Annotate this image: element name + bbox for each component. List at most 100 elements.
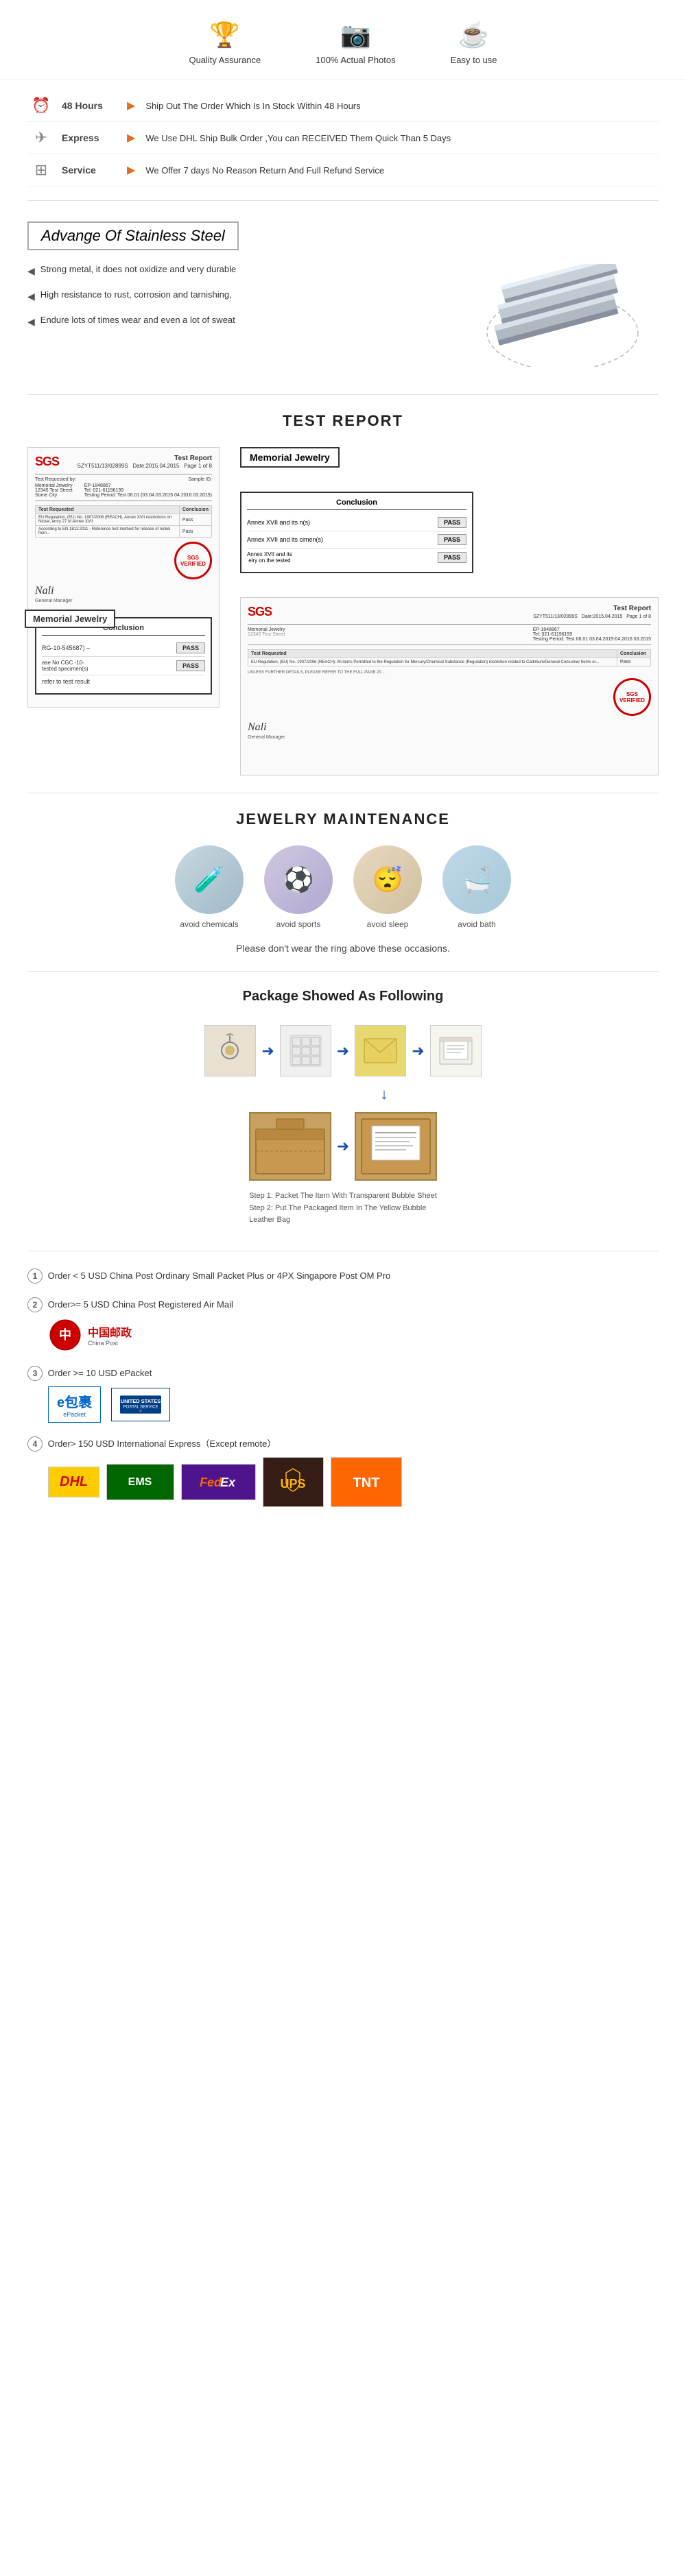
shipping-desc-1: Order < 5 USD China Post Ordinary Small …	[48, 1271, 391, 1281]
maintenance-section: JEWELRY MAINTENANCE 🧪 avoid chemicals ⚽ …	[0, 797, 686, 967]
feature-express-label: Express	[62, 132, 117, 143]
grid-icon: ⊞	[27, 161, 55, 179]
feature-service: ⊞ Service ▶ We Offer 7 days No Reason Re…	[27, 154, 659, 186]
package-layout: ➜	[27, 1018, 659, 1233]
sgs-table-2: Test RequestedConclusion EU Regulation, …	[248, 649, 651, 666]
package-title: Package Showed As Following	[27, 989, 659, 1004]
pass-top-1: PASS	[438, 517, 466, 528]
labeled-brown-box-svg	[358, 1116, 434, 1177]
pkg-envelope-box	[355, 1025, 406, 1076]
test-docs-row: SGS Test ReportSZYT511/13/02899S Date:20…	[27, 447, 659, 775]
svg-text:Ex: Ex	[220, 1476, 236, 1489]
pkg-arrow-1: ➜	[261, 1042, 274, 1060]
ems-logo: EMS	[106, 1464, 174, 1500]
shipping-num-2: 2	[27, 1297, 43, 1312]
sgs-doc2-meta: Memorial Jewelry 12345 Test Street EP-18…	[248, 627, 651, 642]
svg-text:中: 中	[59, 1327, 71, 1342]
shipping-desc-4: Order> 150 USD International Express（Exc…	[48, 1439, 276, 1449]
sgs-doc2-footer-text: UNLESS FURTHER DETAILS, PLEASE REFER TO …	[248, 671, 651, 675]
avoid-sleep-circle: 😴	[353, 845, 422, 914]
usps-logo-box: UNITED STATES POSTAL SERVICE ®	[111, 1388, 170, 1421]
adv-arrow-icon-3: ◀	[27, 316, 35, 328]
sgs-doc1-title: Test ReportSZYT511/13/02899S Date:2015.0…	[78, 455, 212, 470]
top-icons-section: 🏆 Quality Assurance 📷 100% Actual Photos…	[0, 0, 686, 80]
steel-bars-svg	[439, 264, 645, 367]
shipping-text-1: 1 Order < 5 USD China Post Ordinary Smal…	[27, 1268, 659, 1284]
plane-icon: ✈	[27, 129, 55, 147]
avoid-chemicals-label: avoid chemicals	[180, 919, 238, 929]
pkg-jewelry-box	[204, 1025, 256, 1076]
step3-text: Leather Bag	[249, 1216, 290, 1224]
conclusion-row-1: RG-10-545687) – PASS	[42, 640, 205, 657]
advantage-points: ◀ Strong metal, it does not oxidize and …	[27, 264, 425, 340]
trophy-icon: 🏆	[209, 21, 240, 49]
chinapost-cn-text: 中国邮政	[88, 1323, 132, 1340]
pkg-envelope	[355, 1025, 406, 1076]
shipping-item-2: 2 Order>= 5 USD China Post Registered Ai…	[27, 1297, 659, 1352]
feature-express: ✈ Express ▶ We Use DHL Ship Bulk Order ,…	[27, 122, 659, 154]
epacket-logo-box: e包裹 ePacket	[48, 1386, 101, 1423]
advantage-section: Advange Of Stainless Steel ◀ Strong meta…	[0, 204, 686, 391]
pkg-arrow-3: ➜	[412, 1042, 424, 1060]
arrow-icon-0: ▶	[127, 99, 135, 112]
doc-left: SGS Test ReportSZYT511/13/02899S Date:20…	[27, 447, 220, 708]
chinapost-svg: 中	[48, 1318, 82, 1352]
shipping-text-3: 3 Order >= 10 USD ePacket	[27, 1366, 659, 1381]
shipping-item-1: 1 Order < 5 USD China Post Ordinary Smal…	[27, 1268, 659, 1284]
shipping-text-2: 2 Order>= 5 USD China Post Registered Ai…	[27, 1297, 659, 1312]
maintenance-note: Please don't wear the ring above these o…	[27, 943, 659, 954]
package-section: Package Showed As Following ➜	[0, 975, 686, 1247]
pkg-down-arrow: ↓	[381, 1085, 388, 1103]
tnt-logo: TNT	[331, 1457, 402, 1507]
conclusion-title-top: Conclusion	[247, 498, 466, 510]
pkg-brown-box-inner	[249, 1112, 331, 1181]
ems-svg: EMS	[118, 1470, 163, 1494]
shipping-desc-3: Order >= 10 USD ePacket	[48, 1368, 152, 1378]
test-report-title: TEST REPORT	[27, 412, 659, 430]
pkg-labeled	[430, 1025, 482, 1076]
avoid-sports-circle: ⚽	[264, 845, 333, 914]
conclusion-box-top-right: Conclusion Annex XVII and its n(s) PASS …	[240, 492, 473, 573]
memorial-badge-left: Memorial Jewelry	[25, 610, 115, 628]
sgs-doc-2: SGS Test ReportSZYT511/13/02899S Date:20…	[240, 597, 659, 775]
shipping-num-4: 4	[27, 1436, 43, 1452]
chinapost-brand: 中 中国邮政 China Post	[48, 1318, 132, 1352]
doc-right: Memorial Jewelry Conclusion Annex XVII a…	[240, 447, 659, 775]
svg-text:Fed: Fed	[200, 1476, 222, 1489]
step1-text: Step 1: Packet The Item With Transparent…	[249, 1192, 437, 1200]
pkg-labeled-box2-inner	[355, 1112, 437, 1181]
ups-svg: UPS	[274, 1463, 312, 1501]
avoid-sports-label: avoid sports	[276, 919, 321, 929]
sgs-logo-2: SGS	[248, 605, 272, 620]
epacket-subtext: ePacket	[63, 1411, 86, 1418]
envelope-svg	[362, 1032, 399, 1070]
avoid-bath-label: avoid bath	[458, 919, 495, 929]
feature-hours: ⏰ 48 Hours ▶ Ship Out The Order Which Is…	[27, 90, 659, 122]
svg-text:TNT: TNT	[353, 1476, 380, 1491]
step-notes: Step 1: Packet The Item With Transparent…	[249, 1190, 437, 1227]
shipping-item-3: 3 Order >= 10 USD ePacket e包裹 ePacket UN…	[27, 1366, 659, 1423]
maintenance-title: JEWELRY MAINTENANCE	[27, 810, 659, 828]
pass-top-3: PASS	[438, 552, 466, 563]
memorial-badge-top: Memorial Jewelry	[240, 447, 340, 468]
brown-box-svg	[252, 1116, 328, 1177]
advantage-point-3: ◀ Endure lots of times wear and even a l…	[27, 315, 425, 328]
conclusion-row-2: ase No CGC -10-tested specimen(s) PASS	[42, 657, 205, 675]
arrow-icon-1: ▶	[127, 131, 135, 145]
sgs-table-1: Test RequestedConclusion EU Regulation, …	[35, 505, 212, 538]
adv-arrow-icon-2: ◀	[27, 291, 35, 302]
sgs-stamp-1: SGS VERIFIED	[174, 542, 212, 579]
svg-text:POSTAL SERVICE: POSTAL SERVICE	[123, 1405, 158, 1409]
sgs-stamp-2: SGS VERIFIED	[613, 678, 651, 716]
pkg-top-row: ➜	[204, 1025, 481, 1076]
labeled-pkg-svg	[437, 1032, 475, 1070]
advantage-point-2: ◀ High resistance to rust, corrosion and…	[27, 289, 425, 302]
shipping-text-4: 4 Order> 150 USD International Express（E…	[27, 1436, 659, 1452]
advantage-content: ◀ Strong metal, it does not oxidize and …	[27, 264, 659, 374]
pkg-arrow-2: ➜	[337, 1042, 349, 1060]
pkg-brown-box	[249, 1112, 331, 1181]
clock-icon: ⏰	[27, 97, 55, 115]
nali-title-1: General Manager	[35, 599, 212, 603]
avoid-chemicals-circle: 🧪	[175, 845, 244, 914]
conclusion-box-1: Conclusion RG-10-545687) – PASS ase No C…	[35, 617, 212, 695]
